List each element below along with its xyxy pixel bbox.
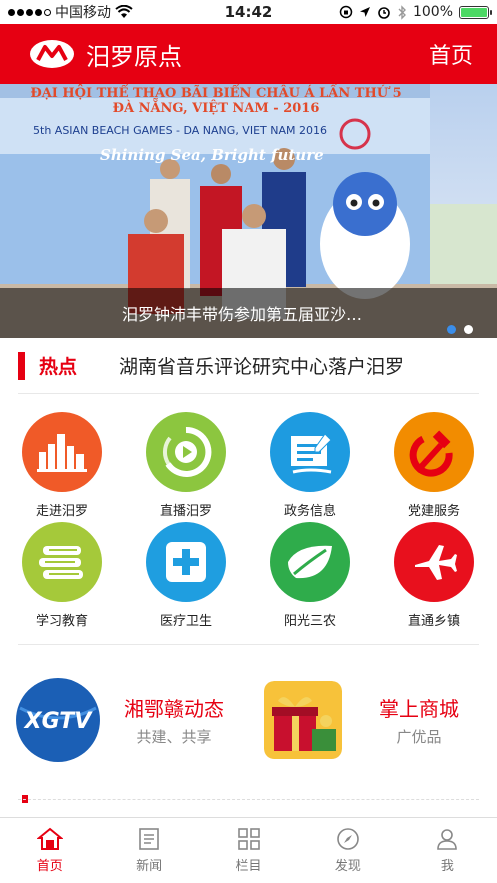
promo-text: 湘鄂赣动态 共建、共享 xyxy=(100,693,248,747)
banner-slogan: Shining Sea, Bright future xyxy=(100,146,324,164)
bluetooth-icon xyxy=(398,4,406,20)
grid-item-towns[interactable]: 直通乡镇 xyxy=(372,522,496,632)
grid-label: 学习教育 xyxy=(35,614,88,629)
tab-home[interactable]: 首页 xyxy=(0,818,99,883)
battery-percent: 100% xyxy=(412,4,453,20)
hot-accent-bar xyxy=(18,351,25,380)
grid-label: 直播汨罗 xyxy=(159,504,212,519)
tab-news[interactable]: 新闻 xyxy=(99,818,198,883)
battery-icon xyxy=(459,5,492,19)
grid-item-intro[interactable]: 走进汨罗 xyxy=(0,412,124,522)
status-left: 中国移动 xyxy=(8,2,133,22)
promo-text: 掌上商城 广优品 xyxy=(342,693,496,747)
banner-backdrop-subtext: 5th ASIAN BEACH GAMES - DA NANG, VIET NA… xyxy=(33,124,327,137)
grid-label: 走进汨罗 xyxy=(35,504,88,519)
home-icon xyxy=(36,827,63,850)
tab-label: 栏目 xyxy=(235,859,262,874)
hammer-sickle-icon xyxy=(394,412,474,492)
promo-card-mall[interactable]: 掌上商城 广优品 xyxy=(248,681,496,759)
status-right: 100% xyxy=(339,4,492,20)
grid-item-live[interactable]: 直播汨罗 xyxy=(124,412,248,522)
tab-me[interactable]: 我 xyxy=(398,818,497,883)
live-play-icon xyxy=(146,412,226,492)
grid-item-party[interactable]: 党建服务 xyxy=(372,412,496,522)
promo-subtitle: 广优品 xyxy=(396,728,442,746)
hot-headline[interactable]: 湖南省音乐评论研究中心落户汨罗 xyxy=(119,352,404,379)
promo-title: 湘鄂赣动态 xyxy=(124,697,224,721)
carrier-name: 中国移动 xyxy=(55,5,111,21)
banner-carousel[interactable]: ĐẠI HỘI THỂ THAO BÃI BIỂN CHÂU Á LẦN THỨ… xyxy=(0,84,497,338)
hot-label: 热点 xyxy=(39,356,78,378)
alarm-icon xyxy=(378,7,390,19)
app-title: 汨罗原点 xyxy=(86,42,182,71)
grid-label: 政务信息 xyxy=(283,504,336,519)
promo-title: 掌上商城 xyxy=(379,697,459,721)
grid-item-medical[interactable]: 医疗卫生 xyxy=(124,522,248,632)
gift-box-icon xyxy=(264,681,342,759)
tab-label: 首页 xyxy=(36,859,63,874)
location-icon xyxy=(359,7,370,17)
grid-item-agriculture[interactable]: 阳光三农 xyxy=(248,522,372,632)
banner-backdrop-text: ĐẠI HỘI THỂ THAO BÃI BIỂN CHÂU Á LẦN THỨ… xyxy=(30,86,402,116)
promo-separator xyxy=(0,795,497,805)
home-link[interactable]: 首页 xyxy=(429,38,473,70)
grid-label: 党建服务 xyxy=(407,504,460,519)
status-time: 14:42 xyxy=(224,3,273,21)
promo-card-xgtv[interactable]: XGTV 湘鄂赣动态 共建、共享 xyxy=(0,678,248,762)
wifi-icon xyxy=(115,5,133,18)
rotation-lock-icon xyxy=(339,5,353,19)
hot-news-row[interactable]: 热点 湖南省音乐评论研究中心落户汨罗 xyxy=(18,338,479,394)
document-pen-icon xyxy=(270,412,350,492)
grid-label: 直通乡镇 xyxy=(407,614,460,629)
promo-subtitle: 共建、共享 xyxy=(136,728,212,746)
city-buildings-icon xyxy=(22,412,102,492)
news-icon xyxy=(139,828,159,850)
xgtv-logo-text: XGTV xyxy=(23,709,94,734)
airplane-icon xyxy=(394,522,474,602)
banner-pager xyxy=(447,325,473,334)
app-logo-icon xyxy=(30,40,74,68)
status-bar: 中国移动 14:42 100% xyxy=(0,0,497,24)
medical-cross-icon xyxy=(146,522,226,602)
leaf-icon xyxy=(270,522,350,602)
user-icon xyxy=(437,829,458,850)
tab-label: 发现 xyxy=(334,859,361,874)
feature-grid: 走进汨罗 直播汨罗 政务信息 党建服务 学习教育 医疗卫生 阳光三农 直通乡镇 xyxy=(0,394,497,632)
tab-discover[interactable]: 发现 xyxy=(298,818,397,883)
tab-columns[interactable]: 栏目 xyxy=(199,818,298,883)
app-header: 汨罗原点 首页 xyxy=(0,24,497,84)
grid-label: 阳光三农 xyxy=(283,614,336,629)
tab-label: 我 xyxy=(440,859,454,874)
grid-icon xyxy=(237,828,260,850)
pager-dot[interactable] xyxy=(464,325,473,334)
pager-dot[interactable] xyxy=(447,325,456,334)
tab-label: 新闻 xyxy=(136,859,163,874)
banner-caption[interactable]: 汨罗钟沛丰带伤参加第五届亚沙… xyxy=(0,288,497,338)
xgtv-logo-icon: XGTV xyxy=(16,678,100,762)
signal-dots xyxy=(8,8,51,16)
bottom-tabbar: 首页 新闻 栏目 发现 我 xyxy=(0,817,497,883)
brand: 汨罗原点 xyxy=(28,37,182,72)
promo-row: XGTV 湘鄂赣动态 共建、共享 掌上商城 广优品 xyxy=(0,645,497,795)
grid-label: 医疗卫生 xyxy=(159,614,212,629)
compass-icon xyxy=(337,828,359,850)
grid-item-education[interactable]: 学习教育 xyxy=(0,522,124,632)
books-icon xyxy=(22,522,102,602)
grid-item-gov[interactable]: 政务信息 xyxy=(248,412,372,522)
